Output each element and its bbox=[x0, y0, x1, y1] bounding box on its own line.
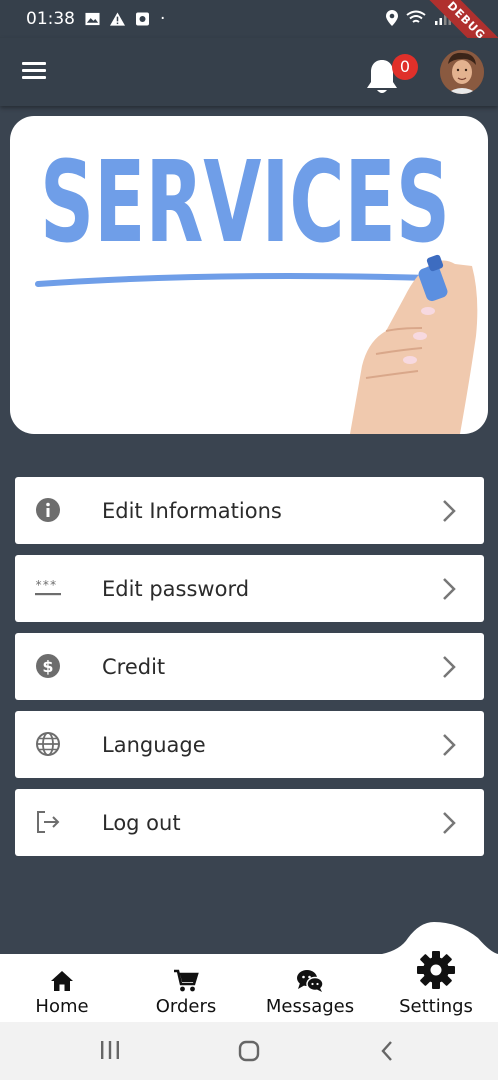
nav-item-settings[interactable]: Settings bbox=[374, 951, 498, 1022]
globe-icon bbox=[36, 732, 60, 756]
sim-icon bbox=[136, 12, 149, 26]
password-icon: *** bbox=[35, 578, 61, 596]
profile-photo bbox=[440, 50, 484, 94]
chevron-right-icon bbox=[443, 656, 456, 678]
location-icon bbox=[386, 10, 398, 26]
dollar-icon: $ bbox=[36, 654, 60, 678]
menu-item-edit-informations[interactable]: Edit Informations bbox=[15, 477, 484, 544]
menu-item-label: Language bbox=[102, 732, 206, 757]
status-time: 01:38 bbox=[26, 9, 75, 29]
chevron-right-icon bbox=[443, 734, 456, 756]
logout-icon bbox=[37, 811, 60, 833]
nav-label: Orders bbox=[155, 996, 217, 1017]
menu-item-credit[interactable]: $ Credit bbox=[15, 633, 484, 700]
info-icon bbox=[36, 498, 60, 522]
status-dot: · bbox=[160, 9, 166, 29]
nav-label: Settings bbox=[399, 996, 473, 1017]
back-icon[interactable] bbox=[380, 1040, 394, 1062]
menu-item-log-out[interactable]: Log out bbox=[15, 789, 484, 856]
cart-icon bbox=[174, 969, 199, 992]
system-navigation-bar bbox=[0, 1022, 498, 1080]
recent-apps-icon[interactable] bbox=[99, 1040, 121, 1060]
banner-text: SERVICES bbox=[40, 138, 450, 268]
chevron-right-icon bbox=[443, 500, 456, 522]
home-button-icon[interactable] bbox=[238, 1040, 260, 1062]
avatar[interactable] bbox=[440, 50, 484, 94]
chevron-right-icon bbox=[443, 812, 456, 834]
image-icon bbox=[85, 12, 100, 26]
menu-item-label: Log out bbox=[102, 810, 181, 835]
menu-item-label: Edit Informations bbox=[102, 498, 282, 523]
menu-item-language[interactable]: Language bbox=[15, 711, 484, 778]
notification-badge: 0 bbox=[392, 54, 418, 80]
app-bar: 0 bbox=[0, 38, 498, 106]
svg-text:$: $ bbox=[42, 657, 53, 676]
menu-item-label: Credit bbox=[102, 654, 166, 679]
warning-icon bbox=[110, 12, 125, 26]
nav-item-messages[interactable]: Messages bbox=[248, 954, 372, 1022]
wifi-icon bbox=[406, 10, 426, 23]
svg-text:***: *** bbox=[35, 578, 57, 592]
nav-item-orders[interactable]: Orders bbox=[124, 954, 248, 1022]
bottom-navigation: Home Orders Messages Settings bbox=[0, 951, 498, 1022]
hamburger-menu-icon[interactable] bbox=[22, 62, 46, 82]
menu-item-label: Edit password bbox=[102, 576, 250, 601]
services-illustration: SERVICES bbox=[35, 138, 478, 434]
home-icon bbox=[51, 971, 73, 991]
chevron-right-icon bbox=[443, 578, 456, 600]
services-banner: SERVICES bbox=[10, 116, 488, 434]
nav-item-home[interactable]: Home bbox=[0, 954, 124, 1022]
status-bar: 01:38 · DEBUG bbox=[0, 0, 498, 72]
gear-icon bbox=[417, 951, 455, 989]
menu-item-edit-password[interactable]: *** Edit password bbox=[15, 555, 484, 622]
nav-label: Messages bbox=[265, 996, 355, 1017]
nav-label: Home bbox=[35, 996, 89, 1017]
settings-menu: Edit Informations *** Edit password $ Cr… bbox=[15, 477, 484, 867]
chat-icon bbox=[297, 970, 324, 992]
